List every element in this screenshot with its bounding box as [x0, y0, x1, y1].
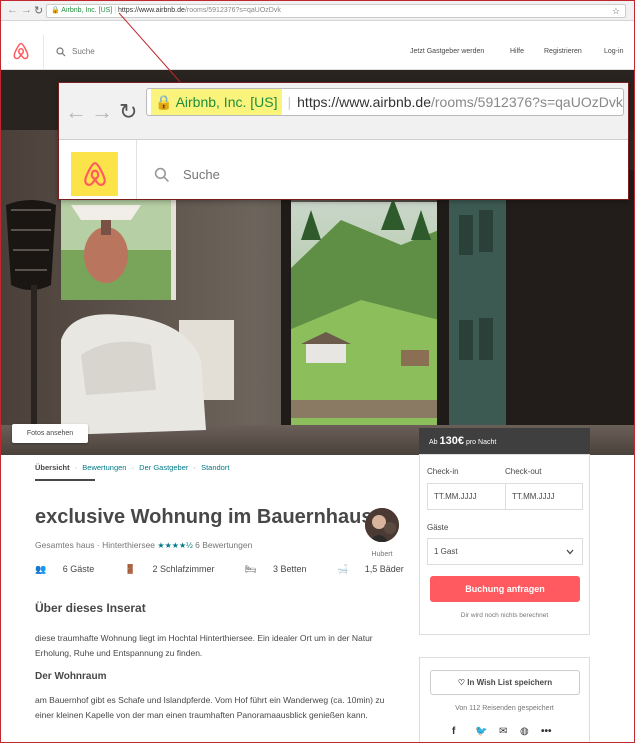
zoom-secure-text: Airbnb, Inc. [US]: [175, 94, 278, 110]
listing-subnav: Übersicht · Bewertungen · Der Gastgeber …: [35, 463, 232, 472]
bedrooms-amenity: 🚪 2 Schlafzimmer: [125, 564, 229, 574]
wishlist-button-label: In Wish List speichern: [467, 678, 553, 687]
price-value: 130€: [439, 435, 464, 447]
become-host-link[interactable]: Jetzt Gastgeber werden: [410, 48, 484, 55]
property-type: Gesamtes haus: [35, 540, 95, 550]
booking-panel: Check-in Check-out TT.MM.JJJJ TT.MM.JJJJ…: [419, 454, 590, 635]
zoom-reload-icon: ↻: [119, 99, 138, 124]
email-icon[interactable]: ✉: [499, 726, 507, 737]
view-photos-button[interactable]: Fotos ansehen: [12, 424, 88, 443]
zoom-search-text: Suche: [183, 167, 220, 182]
url-path: /rooms/5912376?s=qaUOzDvk: [184, 7, 281, 14]
host-name: Hubert: [371, 551, 393, 558]
checkin-label: Check-in: [427, 467, 459, 476]
facebook-icon[interactable]: f: [452, 726, 455, 737]
checkout-input[interactable]: TT.MM.JJJJ: [505, 483, 583, 510]
secure-label: Airbnb, Inc. [US]: [61, 7, 113, 14]
guests-label: Gäste: [427, 523, 449, 532]
bookmark-star-icon[interactable]: ☆: [612, 5, 620, 17]
zoom-airbnb-logo-icon: [84, 162, 106, 186]
request-booking-button[interactable]: Buchung anfragen: [430, 576, 580, 602]
subnav-separator: ·: [74, 463, 78, 472]
subnav-separator: ·: [131, 463, 135, 472]
beds-count: 3 Betten: [273, 564, 307, 574]
guests-value: 1 Gast: [434, 547, 458, 556]
bed-icon: 🛏: [245, 564, 257, 574]
zoom-callout: ← → ↻ 🔒 Airbnb, Inc. [US] | https://www.ai…: [58, 82, 629, 200]
zoom-header-divider: [136, 140, 137, 199]
living-space-heading: Der Wohnraum: [35, 671, 107, 682]
messenger-icon[interactable]: ◍: [520, 726, 529, 737]
price-prefix: Ab: [429, 439, 438, 446]
rating-stars: ★★★★½: [157, 541, 193, 550]
host-photo: [365, 508, 399, 542]
wishlist-panel: ♡ In Wish List speichern Von 112 Reisend…: [419, 657, 590, 742]
saved-count: Von 112 Reisenden gespeichert: [455, 705, 554, 712]
tab-overview[interactable]: Übersicht: [35, 463, 70, 472]
door-icon: 🚪: [124, 564, 136, 574]
signup-link[interactable]: Registrieren: [544, 48, 582, 55]
living-space-text: am Bauernhof gibt es Schafe und Islandpf…: [35, 695, 385, 720]
address-bar[interactable]: 🔒 Airbnb, Inc. [US] | https://www.airbnb…: [46, 4, 626, 18]
chevron-down-icon: [566, 549, 574, 555]
zoom-search-icon: [154, 167, 169, 182]
listing-title: exclusive Wohnung im Bauernhaus: [35, 506, 373, 528]
zoom-logo-highlight: [71, 152, 118, 196]
price-suffix: pro Nacht: [465, 439, 497, 446]
tab-host[interactable]: Der Gastgeber: [139, 463, 188, 472]
help-link[interactable]: Hilfe: [510, 48, 524, 55]
save-to-wishlist-button[interactable]: ♡ In Wish List speichern: [430, 670, 580, 695]
zoom-url-path: /rooms/5912376?s=qaUOzDvk: [431, 94, 623, 110]
bedrooms-count: 2 Schlafzimmer: [152, 564, 215, 574]
twitter-icon[interactable]: 🐦: [475, 726, 487, 737]
site-header: Suche Jetzt Gastgeber werden Hilfe Regis…: [1, 35, 634, 70]
zoom-secure-label: 🔒 Airbnb, Inc. [US]: [151, 89, 282, 115]
bath-icon: 🛁: [337, 564, 349, 574]
zoom-forward-icon: →: [91, 99, 113, 124]
baths-amenity: 🛁 1,5 Bäder: [337, 564, 418, 574]
zoom-browser-bar: ← → ↻ 🔒 Airbnb, Inc. [US] | https://www.ai…: [59, 83, 628, 140]
listing-meta: Gesamtes haus · Hinterthiersee ★★★★½ 6 B…: [35, 540, 252, 550]
more-icon[interactable]: •••: [541, 726, 552, 737]
search-icon: [56, 47, 66, 57]
guests-select[interactable]: 1 Gast: [427, 538, 583, 565]
zoom-back-icon: ←: [65, 99, 87, 124]
zoom-address-bar: 🔒 Airbnb, Inc. [US] | https://www.airbnb.d…: [146, 88, 624, 116]
checkout-label: Check-out: [505, 467, 542, 476]
tab-location[interactable]: Standort: [201, 463, 229, 472]
airbnb-logo-icon[interactable]: [12, 41, 30, 61]
login-link[interactable]: Log-in: [604, 48, 623, 55]
reviews-link[interactable]: 6 Bewertungen: [195, 540, 252, 550]
zoom-url-host: https://www.airbnb.de: [297, 94, 431, 110]
baths-count: 1,5 Bäder: [364, 564, 404, 574]
meta-separator: ·: [96, 540, 100, 550]
url-host: https://www.airbnb.de: [117, 7, 185, 14]
search-input[interactable]: Suche: [72, 47, 95, 56]
guests-amenity: 👥 6 Gäste: [35, 564, 108, 574]
url-separator: |: [114, 7, 117, 14]
heart-icon: ♡: [457, 678, 466, 687]
forward-icon[interactable]: →: [21, 4, 32, 16]
screenshot-frame: ← → ↻ 🔒 Airbnb, Inc. [US] | https://www.…: [0, 0, 635, 743]
guests-icon: 👥: [35, 564, 47, 574]
header-divider: [43, 35, 44, 70]
amenities-row: 👥 6 Gäste 🚪 2 Schlafzimmer 🛏 3 Betten 🛁 …: [35, 564, 432, 575]
no-charge-note: Dir wird noch nichts berechnet: [460, 612, 549, 619]
about-text: diese traumhafte Wohnung liegt im Hochta…: [35, 633, 373, 658]
location-link[interactable]: Hinterthiersee: [102, 540, 155, 550]
reload-icon[interactable]: ↻: [34, 4, 43, 17]
back-icon[interactable]: ←: [7, 4, 18, 16]
active-tab-underline: [35, 479, 95, 481]
zoom-url-separator: |: [287, 94, 292, 110]
beds-amenity: 🛏 3 Betten: [245, 564, 320, 574]
browser-bar: ← → ↻ 🔒 Airbnb, Inc. [US] | https://www.…: [1, 1, 634, 21]
tab-reviews[interactable]: Bewertungen: [82, 463, 126, 472]
checkin-input[interactable]: TT.MM.JJJJ: [427, 483, 506, 510]
host-avatar[interactable]: [365, 508, 399, 542]
about-heading: Über dieses Inserat: [35, 601, 146, 615]
lock-icon: 🔒: [51, 7, 60, 14]
price-bar: Ab 130€ pro Nacht: [419, 428, 590, 454]
subnav-separator: ·: [193, 463, 196, 472]
guests-count: 6 Gäste: [62, 564, 95, 574]
